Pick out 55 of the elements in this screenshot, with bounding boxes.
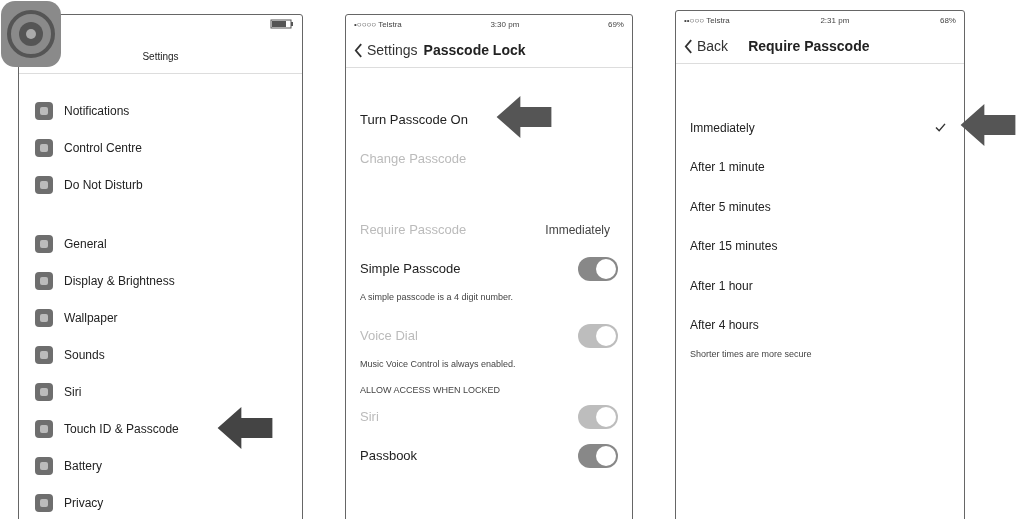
time-option[interactable]: After 15 minutes xyxy=(676,226,964,266)
setting-icon xyxy=(35,493,53,512)
setting-icon xyxy=(35,271,53,290)
setting-label: Passbook xyxy=(360,448,418,463)
settings-row[interactable]: Privacy xyxy=(19,484,302,519)
setting-icon xyxy=(35,175,53,194)
footnote-text: A simple passcode is a 4 digit number. xyxy=(360,292,514,302)
battery-percent: 68% xyxy=(939,15,956,25)
battery-percent: 69% xyxy=(607,19,624,29)
settings-row[interactable]: Sounds xyxy=(19,336,302,373)
setting-icon xyxy=(35,234,53,253)
status-time: 2:31 pm xyxy=(820,15,850,25)
settings-row[interactable]: General xyxy=(19,225,302,262)
settings-app-icon xyxy=(0,0,62,68)
settings-row[interactable]: Display & Brightness xyxy=(19,262,302,299)
settings-row[interactable]: Do Not Disturb xyxy=(19,166,302,203)
carrier-label: ••○○○ Telstra xyxy=(684,15,730,25)
setting-icon xyxy=(35,419,53,438)
passcode-option[interactable]: Turn Passcode On xyxy=(360,112,468,127)
screen-title: Passcode Lock xyxy=(423,42,526,58)
time-option[interactable]: After 5 minutes xyxy=(676,187,964,227)
setting-label: Simple Passcode xyxy=(360,261,461,276)
chevron-icon xyxy=(354,42,363,58)
setting-label: Voice Dial xyxy=(360,328,418,343)
settings-row[interactable]: Siri xyxy=(19,373,302,410)
setting-icon xyxy=(35,345,53,364)
setting-icon xyxy=(35,101,53,120)
screen-title: Settings xyxy=(142,50,179,62)
footnote-text: Shorter times are more secure xyxy=(690,349,812,359)
status-time: 3:30 pm xyxy=(490,19,520,29)
time-option[interactable]: Immediately xyxy=(676,108,964,148)
section-header: ALLOW ACCESS WHEN LOCKED xyxy=(360,385,501,395)
carrier-label: •○○○○ Telstra xyxy=(354,19,402,29)
settings-row[interactable]: Wallpaper xyxy=(19,299,302,336)
setting-value: Immediately xyxy=(545,222,610,237)
chevron-icon xyxy=(684,38,693,54)
battery-icon xyxy=(270,19,294,29)
back-button[interactable]: Settings xyxy=(354,42,418,58)
settings-row[interactable]: Battery xyxy=(19,447,302,484)
settings-row[interactable]: Notifications xyxy=(19,92,302,129)
screen-title: Require Passcode xyxy=(748,38,870,54)
settings-row[interactable]: Control Centre xyxy=(19,129,302,166)
setting-icon xyxy=(35,456,53,475)
time-option[interactable]: After 1 hour xyxy=(676,266,964,306)
setting-icon xyxy=(35,308,53,327)
back-button[interactable]: Back xyxy=(684,38,729,54)
setting-icon xyxy=(35,138,53,157)
settings-row[interactable]: Touch ID & Passcode xyxy=(19,410,302,447)
toggle-switch[interactable] xyxy=(578,256,618,281)
toggle-switch[interactable] xyxy=(578,443,618,468)
setting-icon xyxy=(35,382,53,401)
time-option[interactable]: After 1 minute xyxy=(676,147,964,187)
footnote-text: Music Voice Control is always enabled. xyxy=(360,359,516,369)
time-option[interactable]: After 4 hours xyxy=(676,305,964,345)
setting-label: Siri xyxy=(360,409,379,424)
